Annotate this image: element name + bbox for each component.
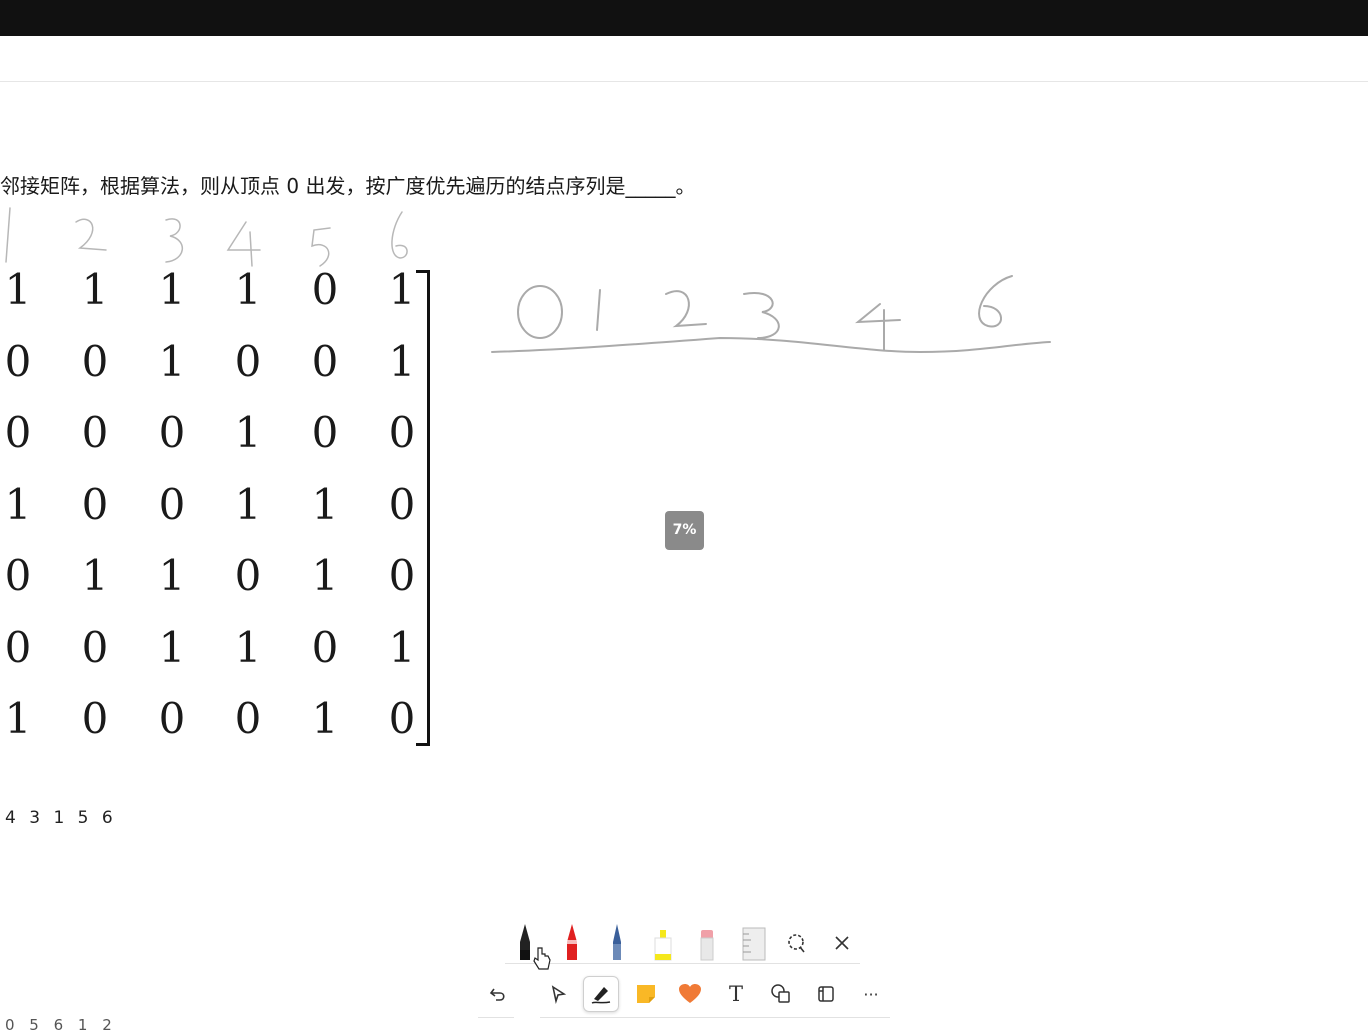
top-bar [0, 0, 1368, 36]
matrix-cell: 1 [234, 265, 262, 314]
eraser[interactable] [697, 922, 717, 962]
matrix-cell: 1 [234, 408, 262, 457]
pen-tray-underline [505, 963, 860, 964]
header-divider [0, 81, 1368, 82]
shapes-icon[interactable] [763, 976, 799, 1012]
matrix-bracket [416, 270, 430, 746]
matrix-cell: 0 [81, 479, 109, 529]
matrix-cell: 0 [4, 336, 32, 386]
matrix-cell: 1 [158, 622, 186, 672]
yellow-highlighter[interactable] [652, 922, 672, 962]
answer-text: 4 3 1 5 6 [5, 808, 117, 828]
ink-toolbar: T ··· [478, 970, 890, 1018]
matrix-cell: 0 [81, 694, 109, 743]
column-index-ink [5, 207, 408, 267]
matrix-cell: 0 [311, 265, 339, 314]
matrix-cell: 0 [81, 622, 109, 672]
matrix-cell: 0 [4, 551, 32, 600]
matrix-cell: 1 [234, 622, 262, 672]
matrix-cell: 1 [311, 694, 339, 743]
matrix-cell: 0 [311, 622, 339, 672]
answer-text-partial: 0 5 6 1 2 [5, 1016, 117, 1034]
select-icon[interactable] [540, 976, 576, 1012]
matrix-cell: 0 [311, 408, 339, 457]
red-pen[interactable] [562, 922, 582, 962]
ruler[interactable] [741, 922, 766, 962]
more-icon-glyph: ··· [863, 984, 879, 1004]
matrix-cell: 0 [81, 336, 109, 386]
question-text: 邻接矩阵，根据算法，则从顶点 0 出发，按广度优先遍历的结点序列是_____。 [0, 174, 696, 198]
matrix-cell: 1 [158, 551, 186, 600]
matrix-cell: 1 [234, 479, 262, 529]
matrix-cell: 0 [158, 408, 186, 457]
text-icon-glyph: T [728, 982, 743, 1006]
matrix-cell: 1 [81, 265, 109, 314]
matrix-cell: 1 [4, 694, 32, 743]
lasso-icon[interactable] [786, 932, 806, 954]
matrix-cell: 0 [4, 622, 32, 672]
page-icon[interactable] [808, 976, 844, 1012]
sticky-note-icon[interactable] [628, 976, 664, 1012]
matrix-cell: 0 [234, 551, 262, 600]
matrix-cell: 1 [158, 265, 186, 314]
matrix-cell: 1 [81, 551, 109, 600]
sequence-ink [491, 275, 1051, 354]
more-icon[interactable]: ··· [853, 976, 889, 1012]
zoom-badge: 7% [665, 511, 704, 550]
pen-tray [505, 918, 860, 966]
matrix-cell: 1 [4, 479, 32, 529]
close-icon[interactable] [833, 934, 853, 952]
matrix-cell: 1 [311, 479, 339, 529]
toolbar-underline-left [478, 1017, 514, 1018]
reaction-icon[interactable] [672, 976, 708, 1012]
matrix-cell: 0 [4, 408, 32, 457]
toolbar-underline-right [540, 1017, 890, 1018]
galaxy-pen[interactable] [607, 922, 627, 962]
matrix-cell: 0 [81, 408, 109, 457]
ink-icon[interactable] [583, 976, 619, 1012]
matrix-cell: 0 [158, 694, 186, 743]
matrix-cell: 0 [234, 694, 262, 743]
undo-icon[interactable] [480, 976, 516, 1012]
matrix-cell: 1 [4, 265, 32, 314]
matrix-cell: 1 [158, 336, 186, 386]
matrix-cell: 0 [311, 336, 339, 386]
matrix-cell: 1 [311, 551, 339, 600]
matrix-cell: 0 [234, 336, 262, 386]
text-icon[interactable]: T [718, 976, 754, 1012]
matrix-cell: 0 [158, 479, 186, 529]
